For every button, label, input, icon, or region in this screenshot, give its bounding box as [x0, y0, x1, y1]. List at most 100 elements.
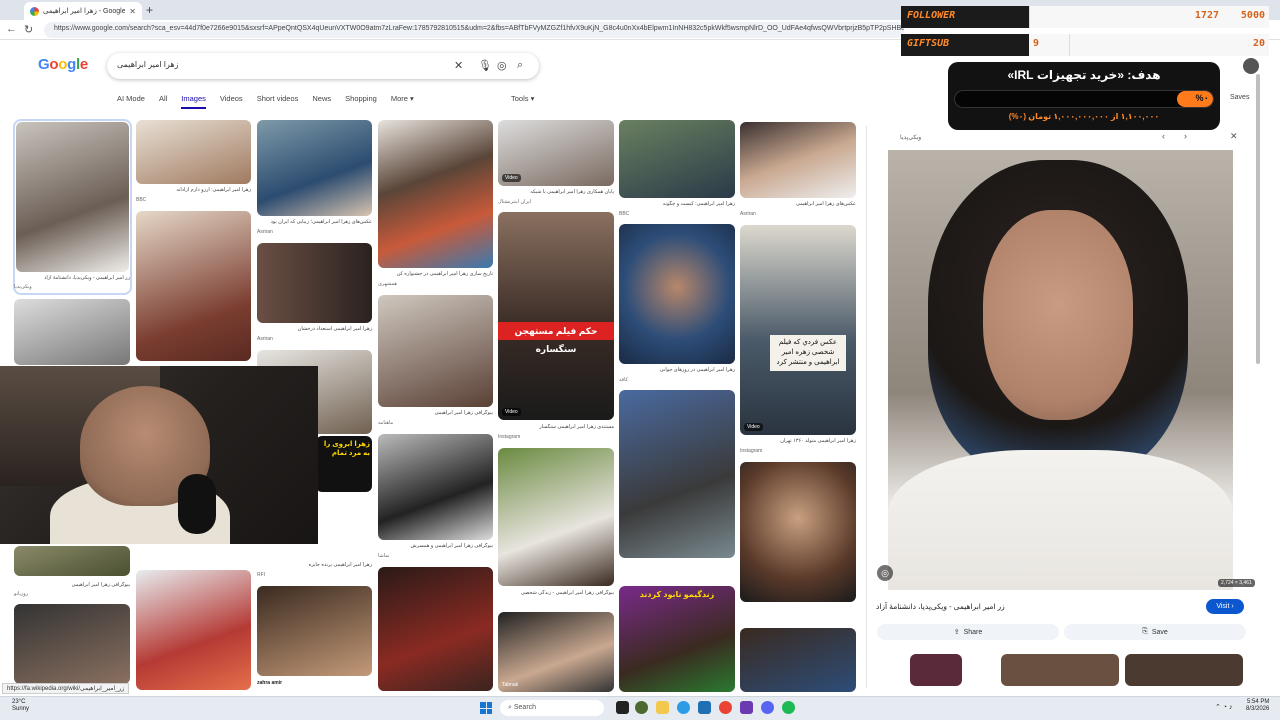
- preview-image[interactable]: [888, 150, 1233, 590]
- result-caption[interactable]: بیوگرافی زهرا امیر ابراهیمی: [378, 410, 493, 417]
- result-caption[interactable]: بیوگرافی زهرا امیر ابراهیمی - زندگی شخصی: [498, 590, 614, 597]
- taskbar-search[interactable]: ⌕ Search: [500, 700, 604, 716]
- goal-title: هدف: «خرید تجهیزات IRL»: [1007, 68, 1161, 82]
- previous-image-icon[interactable]: ‹: [1162, 131, 1165, 141]
- lens-icon[interactable]: ◎: [877, 565, 893, 581]
- result-caption[interactable]: زهرا امیر ابراهیمی برنده جایزه: [257, 562, 372, 569]
- image-result[interactable]: [16, 122, 129, 272]
- image-result[interactable]: [619, 390, 735, 558]
- result-caption[interactable]: عکس‌های زهرا امیر ابراهیمی: [740, 201, 856, 208]
- filter-news[interactable]: News: [312, 94, 331, 109]
- tray-icons[interactable]: ⌃ ◔ ♪: [1215, 703, 1232, 711]
- new-tab-button[interactable]: +: [146, 3, 153, 17]
- image-result[interactable]: [740, 628, 856, 692]
- browser-tab[interactable]: زهرا امیر ابراهیمی - Google Search ✕: [24, 2, 142, 20]
- result-caption[interactable]: پایان همکاری زهرا امیر ابراهیمی با شبکه: [498, 189, 614, 196]
- image-result[interactable]: [257, 243, 372, 323]
- profile-avatar[interactable]: [1243, 58, 1259, 74]
- image-result[interactable]: Tabnak: [498, 612, 614, 692]
- url-field[interactable]: https://www.google.com/search?sca_esv=44…: [44, 22, 904, 38]
- image-result[interactable]: [378, 295, 493, 407]
- result-caption[interactable]: عکس‌های زهرا امیر ابراهیمی؛ زیبایی که ای…: [257, 219, 372, 226]
- back-icon[interactable]: ←: [6, 23, 17, 35]
- lens-icon[interactable]: ◎: [497, 59, 507, 72]
- image-result[interactable]: [378, 434, 493, 540]
- result-caption[interactable]: بیوگرافی زهرا امیر ابراهیمی و همسرش: [378, 543, 493, 550]
- filter-short-videos[interactable]: Short videos: [257, 94, 299, 109]
- result-caption[interactable]: زهرا امیر ابراهیمی: کیست و چگونه: [619, 201, 735, 208]
- related-image[interactable]: [1125, 654, 1243, 686]
- image-result[interactable]: [136, 211, 251, 361]
- donation-goal-widget: هدف: «خرید تجهیزات IRL» %۰ ۱,۱۰۰,۰۰۰ از …: [948, 62, 1220, 130]
- filter-videos[interactable]: Videos: [220, 94, 243, 109]
- filter-shopping[interactable]: Shopping: [345, 94, 377, 109]
- image-result[interactable]: [136, 570, 251, 690]
- image-result[interactable]: [619, 120, 735, 198]
- result-caption[interactable]: زهرا امیر ابراهیمی استعداد درخشان: [257, 326, 372, 333]
- result-caption[interactable]: تاریخ سازی زهرا امیر ابراهیمی در جشنواره…: [378, 271, 493, 278]
- image-result[interactable]: عکس فردي كه فيلم شخصی زهره امیر ابراهیمی…: [740, 225, 856, 435]
- page-scrollbar[interactable]: [1256, 74, 1260, 364]
- image-result[interactable]: [257, 120, 372, 216]
- image-result[interactable]: زندگیمو نابود کردند: [619, 586, 735, 692]
- app-icon[interactable]: [635, 701, 648, 714]
- weather-widget[interactable]: 23°C Sunny: [12, 699, 29, 713]
- result-caption[interactable]: زهرا امیر ابراهیمی در روزهای جوانی: [619, 367, 735, 374]
- result-caption[interactable]: زر امیر ابراهیمی - ویکی‌پدیا، دانشنامهٔ …: [14, 275, 130, 282]
- visit-button[interactable]: Visit ›: [1206, 599, 1244, 614]
- saves-button[interactable]: Saves: [1230, 94, 1249, 101]
- search-input[interactable]: زهرا امیر ابراهیمی: [117, 60, 179, 69]
- tools-button[interactable]: Tools ▾: [511, 94, 534, 103]
- next-image-icon[interactable]: ›: [1184, 131, 1187, 141]
- microphone-icon[interactable]: 🎙: [478, 59, 492, 72]
- result-caption[interactable]: زهرا امیر ابراهیمی: آرزو دارم آزادانه: [136, 187, 251, 194]
- image-result[interactable]: [14, 604, 130, 684]
- image-result[interactable]: [378, 120, 493, 268]
- preview-source[interactable]: ویکی‌پدیا: [900, 134, 921, 141]
- image-result[interactable]: [14, 299, 130, 365]
- result-caption[interactable]: بیوگرافی زهرا امیر ابراهیمی: [14, 582, 130, 589]
- obs-icon[interactable]: [740, 701, 753, 714]
- close-panel-icon[interactable]: ✕: [1230, 131, 1238, 142]
- image-result[interactable]: [740, 122, 856, 198]
- image-result[interactable]: [14, 546, 130, 576]
- edge-icon[interactable]: [677, 701, 690, 714]
- reload-icon[interactable]: ↻: [24, 23, 33, 36]
- chrome-icon[interactable]: [719, 701, 732, 714]
- image-result[interactable]: زهرا ابروی را به مرد تمام: [316, 436, 372, 492]
- image-result[interactable]: [740, 462, 856, 602]
- image-result[interactable]: حکم فیلم مستهجن سنگساره Video: [498, 212, 614, 420]
- image-result[interactable]: [257, 586, 372, 676]
- close-tab-icon[interactable]: ✕: [129, 7, 136, 16]
- related-image[interactable]: [910, 654, 962, 686]
- result-caption[interactable]: زهرا امیر ابراهیمی متولد ۱۳۶۰ تهران: [740, 438, 856, 445]
- clear-search-icon[interactable]: ✕: [454, 59, 463, 72]
- result-caption[interactable]: مستندی زهرا امیر ابراهیمی سنگسار: [498, 424, 614, 431]
- image-result[interactable]: [136, 120, 251, 184]
- filter-images[interactable]: Images: [181, 94, 206, 109]
- store-icon[interactable]: [698, 701, 711, 714]
- result-source: Asriran: [740, 211, 756, 217]
- filter-more[interactable]: More ▾: [391, 94, 414, 109]
- filter-all[interactable]: All: [159, 94, 167, 109]
- windows-start-icon[interactable]: [480, 702, 492, 714]
- discord-icon[interactable]: [761, 701, 774, 714]
- image-result[interactable]: [619, 224, 735, 364]
- search-icon[interactable]: ⌕: [517, 59, 523, 72]
- bookmark-icon: ⎘: [1142, 628, 1148, 635]
- share-button[interactable]: ⇪ Share: [877, 624, 1059, 640]
- image-result[interactable]: [378, 567, 493, 691]
- google-logo[interactable]: Google: [38, 56, 88, 73]
- related-image[interactable]: [1001, 654, 1119, 686]
- taskbar-clock[interactable]: 5:54 PM 8/3/2026: [1246, 699, 1269, 713]
- image-result[interactable]: [498, 448, 614, 586]
- filter-ai-mode[interactable]: AI Mode: [117, 94, 145, 109]
- image-result[interactable]: Video: [498, 120, 614, 186]
- file-explorer-icon[interactable]: [656, 701, 669, 714]
- spotify-icon[interactable]: [782, 701, 795, 714]
- save-button[interactable]: ⎘ Save: [1064, 624, 1246, 640]
- result-source: zahra amir: [257, 680, 283, 686]
- search-box[interactable]: زهرا امیر ابراهیمی: [107, 53, 539, 79]
- task-view-icon[interactable]: [616, 701, 629, 714]
- preview-title[interactable]: زر امیر ابراهیمی - ویکی‌پدیا، دانشنامهٔ …: [876, 602, 1005, 611]
